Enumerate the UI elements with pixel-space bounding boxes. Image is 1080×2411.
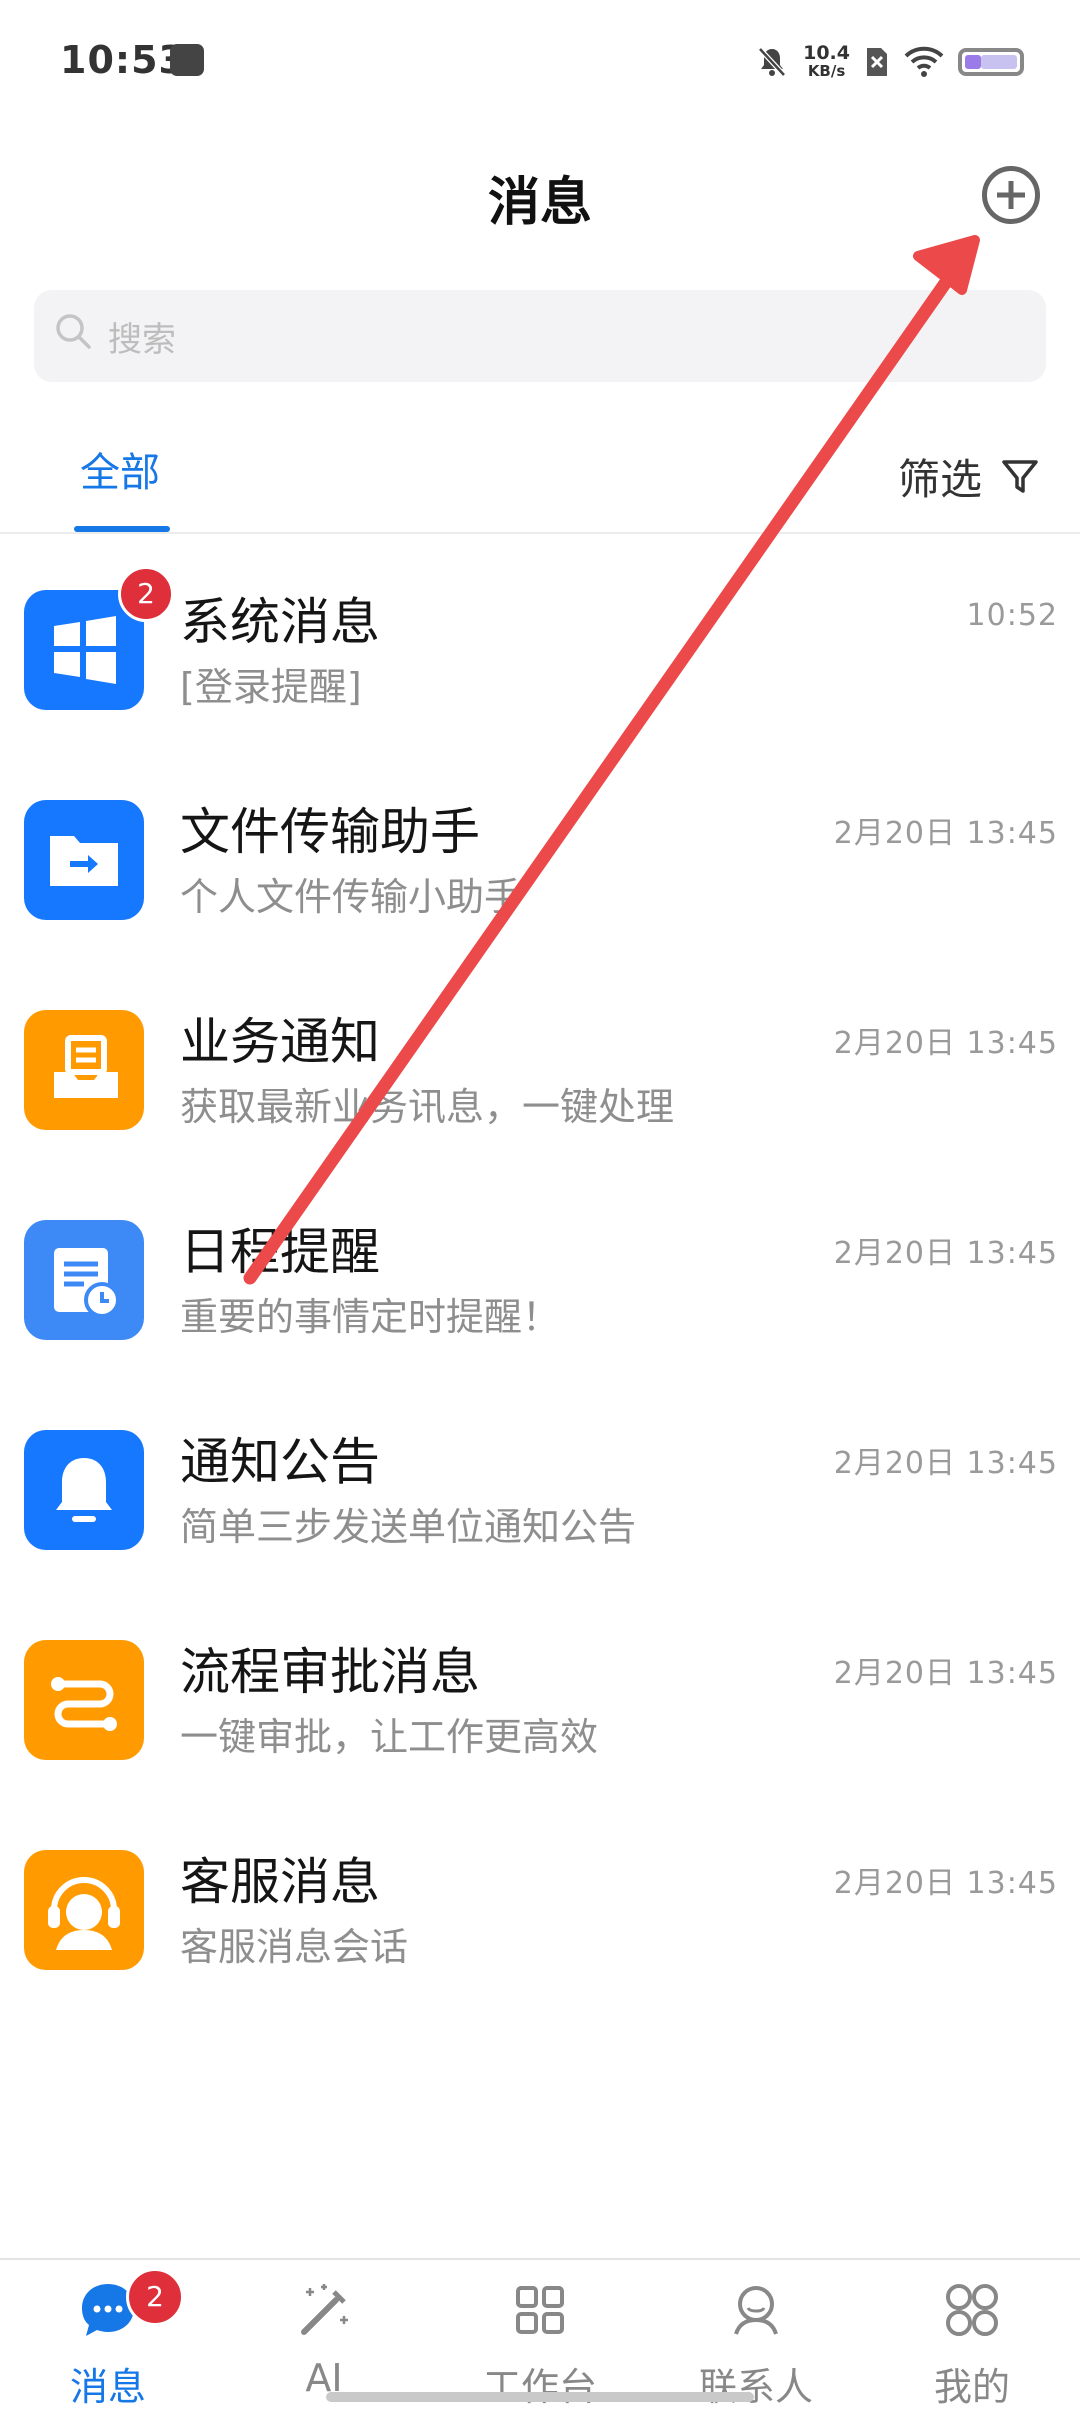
message-preview: 客服消息会话: [180, 1925, 409, 1969]
unread-badge: 2: [118, 566, 174, 622]
status-bar: 10:53 10.4 KB/s: [0, 0, 1080, 128]
status-icons: 10.4 KB/s: [755, 40, 1024, 84]
list-item[interactable]: 日程提醒 重要的事情定时提醒！ 2月20日 13:45: [0, 1170, 1080, 1380]
nav-item-workbench[interactable]: 工作台: [432, 2274, 648, 2410]
message-title: 客服消息: [180, 1853, 380, 1911]
list-item[interactable]: 通知公告 简单三步发送单位通知公告 2月20日 13:45: [0, 1380, 1080, 1590]
workflow-icon: [24, 1640, 144, 1760]
list-item[interactable]: 业务通知 获取最新业务讯息，一键处理 2月20日 13:45: [0, 960, 1080, 1170]
message-time: 2月20日 13:45: [833, 1236, 1058, 1271]
nav-item-messages[interactable]: 2 消息: [0, 2268, 216, 2410]
message-time: 2月20日 13:45: [833, 816, 1058, 851]
search-input[interactable]: 搜索: [34, 290, 1046, 382]
nav-unread-badge: 2: [126, 2268, 184, 2326]
message-preview: 获取最新业务讯息，一键处理: [180, 1085, 675, 1129]
network-speed: 10.4 KB/s: [803, 42, 850, 81]
message-preview: 简单三步发送单位通知公告: [180, 1505, 637, 1549]
message-title: 业务通知: [180, 1013, 380, 1071]
message-time: 2月20日 13:45: [833, 1026, 1058, 1061]
nav-label: 联系人: [698, 2365, 813, 2409]
bell-icon: [24, 1430, 144, 1550]
search-icon: [56, 314, 91, 349]
sim-off-icon: [867, 48, 887, 76]
clover-icon: [946, 2284, 998, 2336]
nav-item-ai[interactable]: AI: [216, 2274, 432, 2410]
nav-label: 消息: [69, 2365, 146, 2409]
bell-muted-icon: [758, 47, 786, 77]
magic-wand-icon: [301, 2284, 348, 2335]
filter-label: 筛选: [897, 455, 982, 504]
status-time: 10:53: [60, 38, 186, 82]
divider: [0, 532, 1080, 534]
tab-all[interactable]: 全部: [80, 440, 160, 498]
message-title: 文件传输助手: [180, 803, 480, 861]
nav-label: 我的: [933, 2365, 1010, 2409]
battery-icon: [958, 48, 1024, 76]
grid-icon: [516, 2286, 564, 2334]
message-preview: [登录提醒]: [180, 665, 362, 709]
message-time: 2月20日 13:45: [833, 1656, 1058, 1691]
folder-transfer-icon: [24, 800, 144, 920]
message-title: 日程提醒: [180, 1223, 380, 1281]
message-time: 2月20日 13:45: [833, 1866, 1058, 1901]
message-title: 通知公告: [180, 1433, 380, 1491]
message-preview: 重要的事情定时提醒！: [180, 1295, 561, 1339]
page-title: 消息: [487, 173, 592, 233]
home-indicator: [326, 2392, 754, 2402]
nav-label: 工作台: [482, 2365, 597, 2409]
nav-item-mine[interactable]: 我的: [864, 2274, 1080, 2410]
search-placeholder: 搜索: [108, 320, 176, 360]
inbox-tray-icon: [24, 1010, 144, 1130]
message-title: 流程审批消息: [180, 1643, 480, 1701]
message-preview: 个人文件传输小助手: [180, 875, 523, 919]
list-item[interactable]: 流程审批消息 一键审批，让工作更高效 2月20日 13:45: [0, 1590, 1080, 1800]
message-title: 系统消息: [180, 593, 380, 651]
message-preview: 一键审批，让工作更高效: [180, 1715, 599, 1759]
message-time: 10:52: [966, 598, 1058, 633]
calendar-clock-icon: [24, 1220, 144, 1340]
list-item[interactable]: 客服消息 客服消息会话 2月20日 13:45: [0, 1800, 1080, 2010]
contact-icon: [734, 2286, 778, 2335]
bottom-nav: 2 消息 AI 工作台 联系人 我的: [0, 2258, 1080, 2410]
message-time: 2月20日 13:45: [833, 1446, 1058, 1481]
headset-agent-icon: [24, 1850, 144, 1970]
filter-funnel-icon: [1002, 459, 1038, 493]
filter-button[interactable]: 筛选: [898, 446, 1040, 507]
notification-message-icon: [170, 44, 204, 76]
plus-circle-icon[interactable]: [982, 166, 1040, 224]
list-item[interactable]: 2 系统消息 [登录提醒] 10:52: [0, 540, 1080, 750]
nav-item-contacts[interactable]: 联系人: [648, 2274, 864, 2410]
list-item[interactable]: 文件传输助手 个人文件传输小助手 2月20日 13:45: [0, 750, 1080, 960]
wifi-icon: [904, 46, 944, 77]
